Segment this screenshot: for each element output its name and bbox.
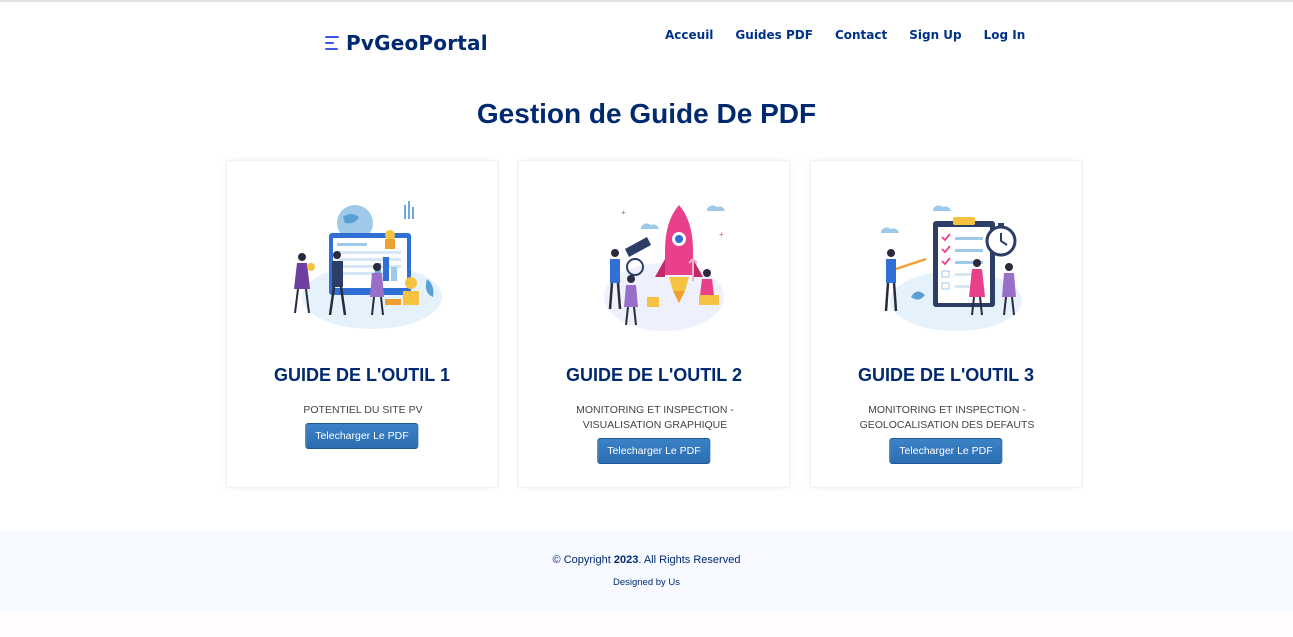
- card-title: GUIDE DE L'OUTIL 3: [858, 365, 1034, 385]
- brand-logo[interactable]: PvGeoPortal: [325, 31, 488, 55]
- page-title: Gestion de Guide De PDF: [476, 98, 817, 129]
- copyright-suffix: . All Rights Reserved: [638, 554, 741, 566]
- guide-card-1: GUIDE DE L'OUTIL 1 POTENTIEL DU SITE PV …: [226, 160, 498, 488]
- nav-sign-up[interactable]: Sign Up: [898, 27, 972, 43]
- card-description: MONITORING ET INSPECTION - GEOLOCALISATI…: [859, 404, 1035, 431]
- main-nav: Acceuil Guides PDF Contact Sign Up Log I…: [654, 27, 1036, 43]
- download-pdf-button-2[interactable]: Telecharger Le PDF: [597, 438, 711, 464]
- card-description: POTENTIEL DU SITE PV: [303, 404, 423, 416]
- download-pdf-button-3[interactable]: Telecharger Le PDF: [889, 438, 1003, 464]
- nav-log-in[interactable]: Log In: [973, 27, 1037, 43]
- card-title: GUIDE DE L'OUTIL 1: [274, 365, 450, 385]
- site-footer: © Copyright 2023. All Rights Reserved De…: [0, 531, 1293, 612]
- card-description: MONITORING ET INSPECTION - VISUALISATION…: [576, 404, 734, 431]
- logo-icon: [325, 34, 341, 53]
- credits: Designed by Us: [612, 577, 681, 588]
- nav-guides-pdf[interactable]: Guides PDF: [724, 27, 824, 43]
- copyright: © Copyright 2023. All Rights Reserved: [0, 554, 1293, 566]
- svg-text:+: +: [719, 230, 724, 239]
- site-header: PvGeoPortal Acceuil Guides PDF Contact S…: [0, 2, 1293, 68]
- nav-contact[interactable]: Contact: [824, 27, 898, 43]
- svg-text:+: +: [621, 208, 626, 217]
- copyright-prefix: © Copyright: [552, 554, 611, 566]
- guide-card-2: + + GUIDE DE L'OUTIL 2 MONITORING ET INS…: [518, 160, 790, 488]
- nav-home[interactable]: Acceuil: [654, 27, 724, 43]
- download-pdf-button-1[interactable]: Telecharger Le PDF: [305, 423, 419, 449]
- rocket-illustration: + +: [604, 205, 725, 331]
- card-title: GUIDE DE L'OUTIL 2: [566, 365, 742, 385]
- copyright-year: 2023: [613, 554, 639, 566]
- page-bottom: [0, 612, 1293, 637]
- checklist-illustration: [881, 205, 1022, 331]
- analytics-illustration: [294, 201, 442, 329]
- brand-name: PvGeoPortal: [346, 31, 488, 55]
- guide-card-3: GUIDE DE L'OUTIL 3 MONITORING ET INSPECT…: [810, 160, 1082, 488]
